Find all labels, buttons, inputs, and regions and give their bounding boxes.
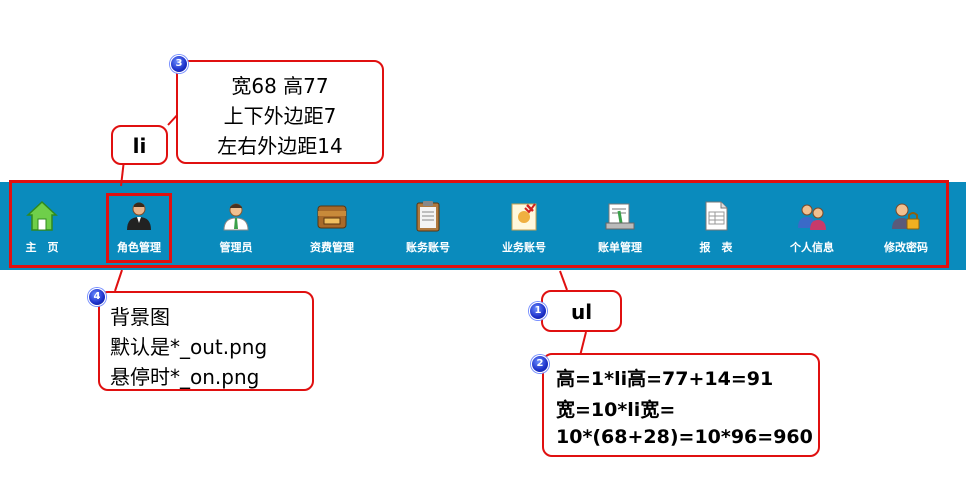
li-label: li (132, 134, 147, 158)
li-callout: li (111, 125, 168, 165)
li-spec-line-3: 左右外边距14 (217, 134, 343, 158)
bg-spec-line-3: 悬停时*_on.png (110, 365, 260, 389)
badge-3: 3 (170, 55, 188, 73)
bg-spec-line-2: 默认是*_out.png (110, 335, 268, 359)
ul-formula-line-2: 宽=10*li宽= (556, 399, 676, 421)
li-spec-line-1: 宽68 高77 (231, 74, 329, 98)
li-spec-line-2: 上下外边距7 (223, 104, 337, 128)
badge-1: 1 (529, 302, 547, 320)
ul-formula-callout: 高=1*li高=77+14=91 宽=10*li宽= 10*(68+28)=10… (542, 353, 820, 457)
ul-connector (559, 270, 568, 291)
badge-4: 4 (88, 288, 106, 306)
bg-connector (114, 269, 123, 292)
ul-formula-line-3: 10*(68+28)=10*96=960 (556, 426, 813, 448)
bg-spec-callout: 背景图 默认是*_out.png 悬停时*_on.png (98, 291, 314, 391)
callout-connectors (114, 111, 587, 365)
bg-spec-line-1: 背景图 (110, 305, 170, 329)
li-spec-callout: 宽68 高77 上下外边距7 左右外边距14 (176, 60, 384, 164)
ul-formula-line-1: 高=1*li高=77+14=91 (556, 368, 774, 390)
ul-callout: ul (541, 290, 622, 332)
ul-label: ul (570, 300, 593, 324)
badge-2: 2 (531, 355, 549, 373)
